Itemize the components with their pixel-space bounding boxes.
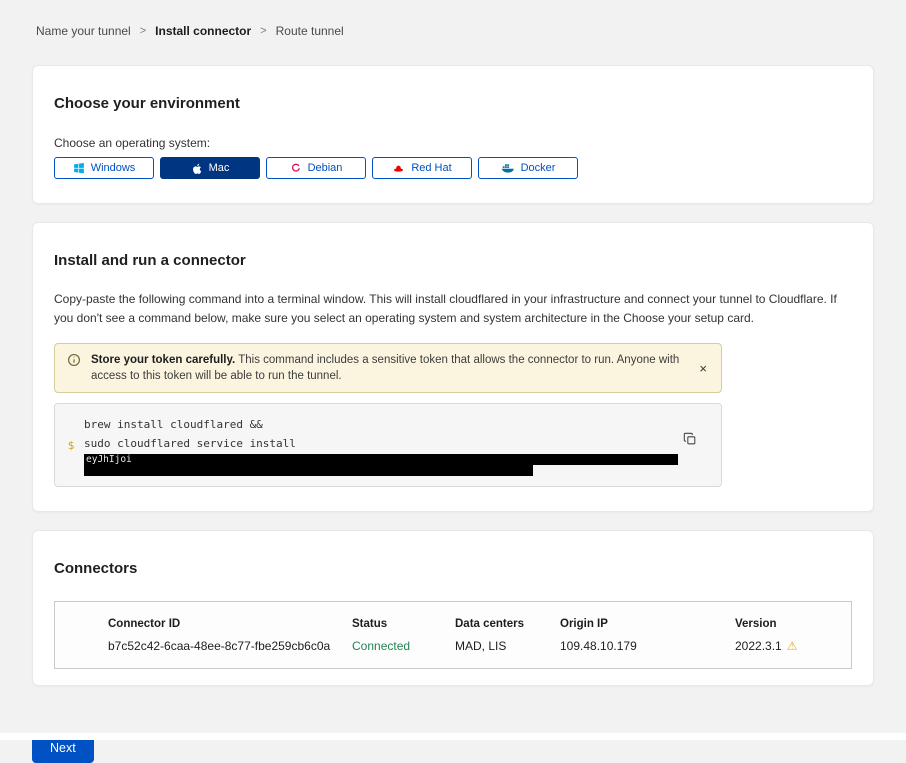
os-button-label: Debian	[308, 162, 343, 174]
terminal-prompt: $	[65, 415, 77, 475]
breadcrumb: Name your tunnel > Install connector > R…	[36, 24, 874, 38]
breadcrumb-separator: >	[140, 25, 146, 37]
os-button-group: Windows Mac Debian Red Hat	[54, 157, 852, 179]
close-warning-button[interactable]: ×	[695, 360, 711, 377]
docker-icon	[501, 162, 515, 174]
token-prefix: eyJhIjoi	[86, 454, 132, 465]
debian-icon	[290, 162, 302, 174]
install-card-title: Install and run a connector	[54, 252, 852, 269]
windows-icon	[73, 162, 85, 174]
connectors-table-header: Connector ID Status Data centers Origin …	[108, 618, 831, 630]
warning-text-bold: Store your token carefully.	[91, 354, 235, 366]
os-button-docker[interactable]: Docker	[478, 157, 578, 179]
connectors-card: Connectors Connector ID Status Data cent…	[32, 530, 874, 686]
os-button-redhat[interactable]: Red Hat	[372, 157, 472, 179]
col-header-data-centers: Data centers	[455, 618, 560, 630]
version-warning-icon: ⚠	[787, 640, 798, 652]
redhat-icon	[392, 162, 405, 174]
connectors-card-title: Connectors	[54, 560, 852, 577]
os-select-label: Choose an operating system:	[54, 136, 852, 150]
col-header-status: Status	[352, 618, 455, 630]
version-value: 2022.3.1 ⚠	[735, 639, 831, 653]
os-button-label: Mac	[209, 162, 230, 174]
terminal-command-block: $ brew install cloudflared && sudo cloud…	[54, 403, 722, 487]
os-button-label: Docker	[521, 162, 556, 174]
os-button-debian[interactable]: Debian	[266, 157, 366, 179]
command-token-line: eyJhIjoi	[84, 453, 678, 464]
command-line-1: brew install cloudflared &&	[84, 415, 678, 434]
breadcrumb-step-name-tunnel[interactable]: Name your tunnel	[36, 24, 131, 38]
copy-icon[interactable]	[681, 430, 699, 451]
version-number: 2022.3.1	[735, 639, 782, 653]
environment-card-title: Choose your environment	[54, 95, 852, 112]
col-header-version: Version	[735, 618, 831, 630]
breadcrumb-step-route-tunnel[interactable]: Route tunnel	[276, 24, 344, 38]
connectors-table: Connector ID Status Data centers Origin …	[54, 601, 852, 669]
breadcrumb-separator: >	[260, 25, 266, 37]
os-button-windows[interactable]: Windows	[54, 157, 154, 179]
os-button-label: Red Hat	[411, 162, 451, 174]
bottom-strip	[0, 733, 906, 740]
info-icon	[67, 353, 81, 372]
redacted-token-bar: eyJhIjoi	[84, 454, 678, 465]
command-token-line-2	[84, 464, 678, 475]
terminal-command-text: brew install cloudflared && sudo cloudfl…	[84, 415, 678, 475]
install-description: Copy-paste the following command into a …	[54, 290, 852, 328]
command-line-2: sudo cloudflared service install	[84, 434, 678, 453]
status-badge: Connected	[352, 639, 455, 653]
data-centers-value: MAD, LIS	[455, 639, 560, 653]
tunnel-setup-page: Name your tunnel > Install connector > R…	[0, 0, 906, 763]
install-connector-card: Install and run a connector Copy-paste t…	[32, 222, 874, 512]
connector-id-value: b7c52c42-6caa-48ee-8c77-fbe259cb6c0a	[108, 639, 352, 653]
col-header-connector-id: Connector ID	[108, 618, 352, 630]
choose-environment-card: Choose your environment Choose an operat…	[32, 65, 874, 204]
os-button-label: Windows	[91, 162, 136, 174]
origin-ip-value: 109.48.10.179	[560, 639, 735, 653]
table-row: b7c52c42-6caa-48ee-8c77-fbe259cb6c0a Con…	[108, 639, 831, 653]
apple-icon	[191, 162, 203, 175]
breadcrumb-step-install-connector[interactable]: Install connector	[155, 24, 251, 38]
col-header-origin-ip: Origin IP	[560, 618, 735, 630]
warning-text: Store your token carefully.This command …	[91, 352, 685, 384]
token-warning-banner: Store your token carefully.This command …	[54, 343, 722, 393]
os-button-mac[interactable]: Mac	[160, 157, 260, 179]
redacted-token-bar	[84, 465, 533, 476]
